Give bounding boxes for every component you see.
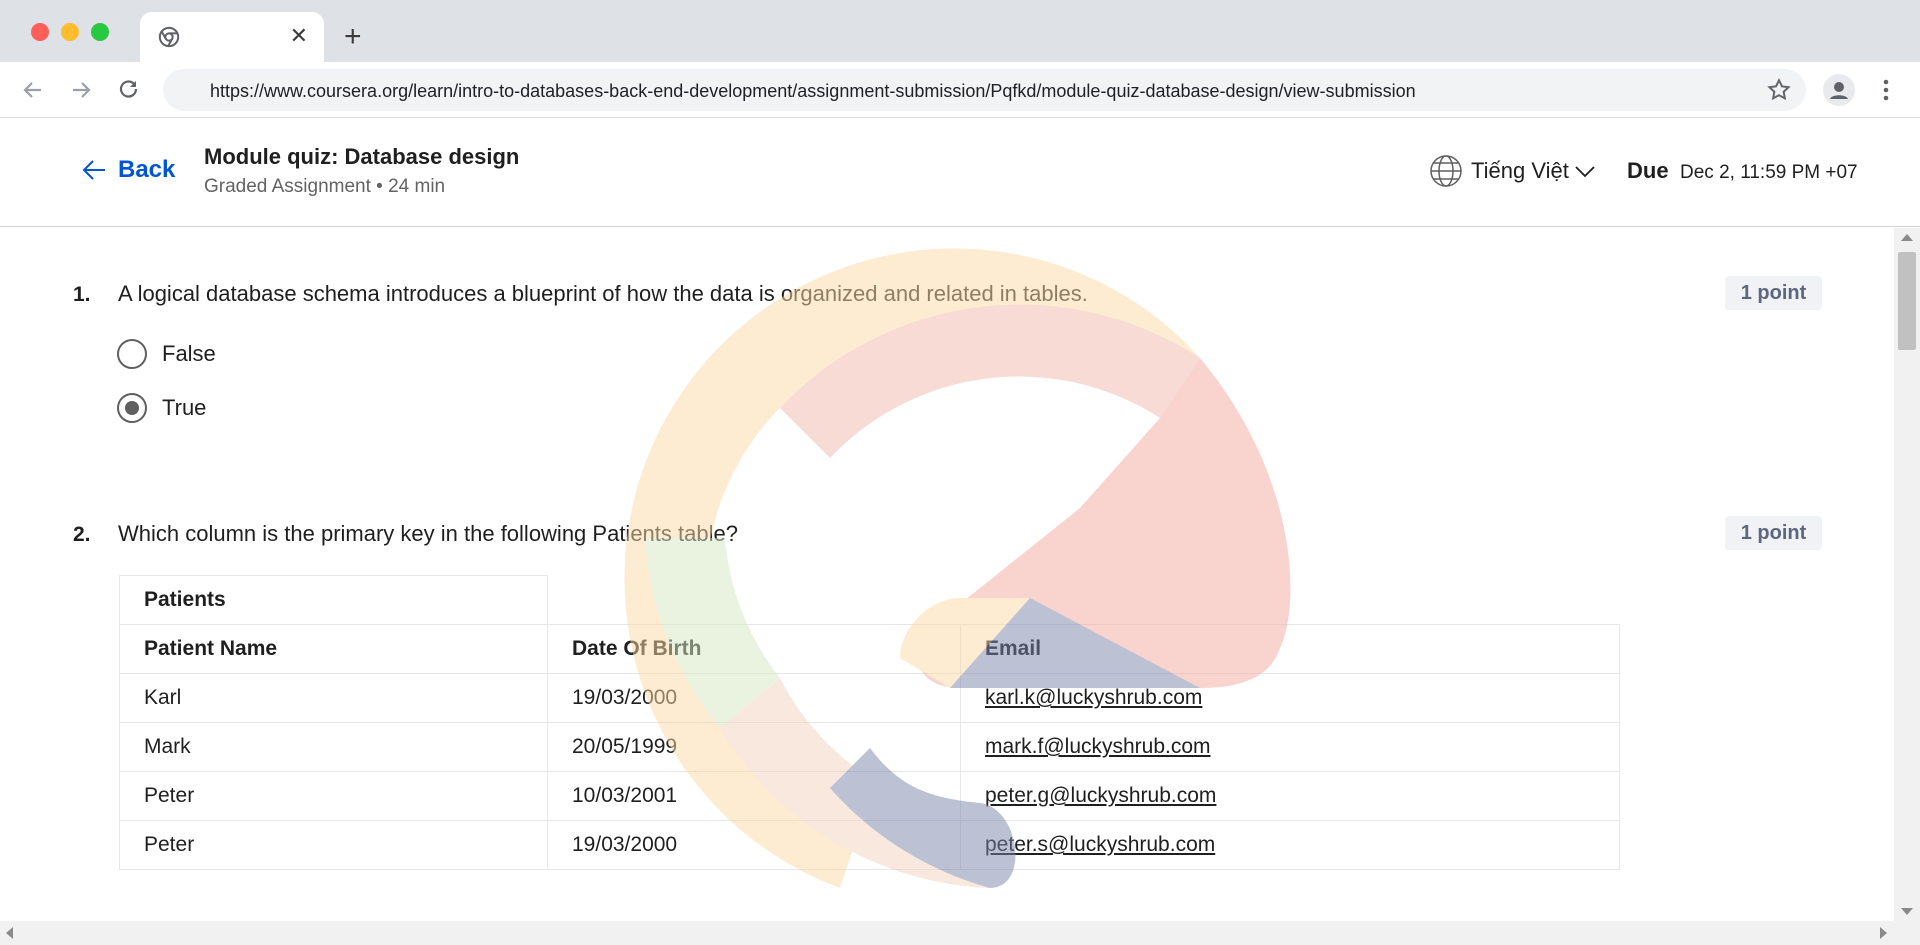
table-cell: peter.s@luckyshrub.com [960, 820, 1620, 870]
table-caption-row: Patients [119, 575, 1620, 625]
table-cell: Peter [119, 771, 548, 821]
table-row: Karl 19/03/2000 karl.k@luckyshrub.com [119, 673, 1620, 723]
column-header: Email [960, 624, 1620, 674]
scroll-down-arrow-icon[interactable] [1901, 908, 1913, 915]
table-cell: 10/03/2001 [547, 771, 961, 821]
table-cell: 19/03/2000 [547, 820, 961, 870]
back-label: Back [118, 156, 176, 183]
chevron-down-icon [1575, 166, 1595, 178]
question-text: Which column is the primary key in the f… [118, 521, 738, 546]
question-text: A logical database schema introduces a b… [118, 281, 1088, 306]
close-window-button[interactable] [31, 23, 49, 41]
email-link[interactable]: peter.s@luckyshrub.com [985, 833, 1215, 856]
kebab-menu-icon[interactable] [1878, 76, 1894, 104]
option-label: False [162, 341, 216, 366]
table-caption: Patients [119, 575, 548, 625]
radio-button[interactable] [117, 339, 147, 369]
table-cell: Mark [119, 722, 548, 772]
table-cell: karl.k@luckyshrub.com [960, 673, 1620, 723]
page-title: Module quiz: Database design [204, 144, 520, 169]
back-arrow-icon[interactable] [19, 76, 47, 104]
table-cell: Karl [119, 673, 548, 723]
table-row: Mark 20/05/1999 mark.f@luckyshrub.com [119, 722, 1620, 772]
back-button[interactable]: Back [80, 156, 175, 184]
language-label: Tiếng Việt [1471, 158, 1569, 183]
table-row: Peter 19/03/2000 peter.s@luckyshrub.com [119, 820, 1620, 870]
question-number: 2. [73, 523, 91, 546]
scroll-thumb[interactable] [1898, 252, 1916, 350]
bookmark-star-icon[interactable] [1766, 77, 1792, 103]
browser-tabstrip: ✕ + [0, 0, 1920, 62]
close-tab-icon[interactable]: ✕ [290, 23, 308, 49]
email-link[interactable]: peter.g@luckyshrub.com [985, 784, 1216, 807]
table-cell: 19/03/2000 [547, 673, 961, 723]
new-tab-button[interactable]: + [344, 20, 362, 54]
profile-avatar[interactable] [1823, 74, 1855, 106]
column-header: Date Of Birth [547, 624, 961, 674]
globe-icon [1430, 155, 1462, 187]
assignment-header: Back Module quiz: Database design Graded… [0, 118, 1920, 227]
maximize-window-button[interactable] [91, 23, 109, 41]
reload-icon[interactable] [115, 76, 143, 104]
arrow-left-icon [82, 160, 105, 180]
browser-toolbar: https://www.coursera.org/learn/intro-to-… [0, 62, 1920, 118]
scroll-right-arrow-icon[interactable] [1880, 927, 1887, 939]
page-subtitle: Graded Assignment • 24 min [204, 176, 446, 197]
option-true[interactable]: True [117, 393, 206, 423]
option-label: True [162, 395, 207, 420]
address-bar[interactable]: https://www.coursera.org/learn/intro-to-… [163, 69, 1806, 111]
language-selector[interactable]: Tiếng Việt [1429, 154, 1597, 188]
radio-button-selected[interactable] [117, 393, 147, 423]
points-badge: 1 point [1725, 276, 1822, 310]
forward-arrow-icon[interactable] [67, 76, 95, 104]
email-link[interactable]: karl.k@luckyshrub.com [985, 686, 1202, 709]
minimize-window-button[interactable] [61, 23, 79, 41]
due-label: Due [1627, 158, 1669, 183]
table-cell: 20/05/1999 [547, 722, 961, 772]
due-date: Dec 2, 11:59 PM +07 [1680, 162, 1858, 183]
browser-tab[interactable]: ✕ [140, 12, 324, 62]
person-icon [1830, 82, 1848, 99]
question-number: 1. [73, 283, 91, 306]
patients-table: Patients Patient Name Date Of Birth Emai… [119, 575, 1620, 870]
points-badge: 1 point [1725, 516, 1822, 550]
table-cell: peter.g@luckyshrub.com [960, 771, 1620, 821]
table-header-row: Patient Name Date Of Birth Email [119, 624, 1620, 674]
quiz-content: 1. A logical database schema introduces … [0, 228, 1894, 921]
option-false[interactable]: False [117, 339, 216, 369]
url-text[interactable]: https://www.coursera.org/learn/intro-to-… [210, 81, 1416, 102]
vertical-scrollbar[interactable] [1894, 228, 1920, 921]
email-link[interactable]: mark.f@luckyshrub.com [985, 735, 1211, 758]
scroll-left-arrow-icon[interactable] [6, 927, 13, 939]
chrome-icon [158, 26, 180, 48]
table-cell: mark.f@luckyshrub.com [960, 722, 1620, 772]
horizontal-scrollbar[interactable] [0, 921, 1920, 945]
table-cell: Peter [119, 820, 548, 870]
table-row: Peter 10/03/2001 peter.g@luckyshrub.com [119, 771, 1620, 821]
column-header: Patient Name [119, 624, 548, 674]
scroll-up-arrow-icon[interactable] [1901, 234, 1913, 241]
